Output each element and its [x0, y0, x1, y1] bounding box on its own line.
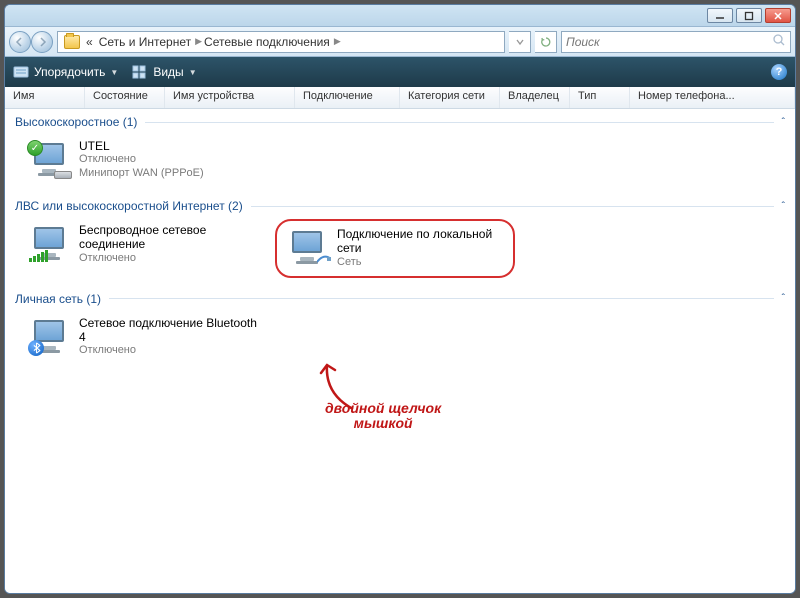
col-status[interactable]: Состояние	[85, 87, 165, 108]
collapse-icon[interactable]: ˆ	[782, 201, 785, 212]
item-status: Отключено	[79, 252, 261, 266]
monitor-icon	[30, 320, 70, 354]
group-divider	[109, 298, 774, 299]
chevron-right-icon: ▶	[334, 36, 341, 47]
network-folder-icon	[64, 35, 80, 49]
chevron-down-icon: ▼	[189, 68, 197, 77]
monitor-icon: ✓	[30, 143, 70, 177]
search-box[interactable]	[561, 31, 791, 53]
item-status: Сеть	[337, 256, 503, 270]
group-personal-network: Личная сеть (1) ˆ Сетевое п	[5, 288, 795, 371]
connection-item-local-area[interactable]: Подключение по локальной сети Сеть	[275, 219, 515, 278]
refresh-button[interactable]	[535, 31, 557, 53]
group-divider	[251, 206, 774, 207]
chevron-down-icon: ▼	[110, 68, 118, 77]
annotation-text: двойной щелчок мышкой	[325, 401, 441, 432]
organize-label: Упорядочить	[34, 65, 105, 79]
item-name: Беспроводное сетевое соединение	[79, 223, 261, 252]
col-name[interactable]: Имя	[5, 87, 85, 108]
group-title: Личная сеть (1)	[15, 292, 101, 306]
command-toolbar: Упорядочить ▼ Виды ▼ ?	[5, 57, 795, 87]
organize-menu[interactable]: Упорядочить ▼	[13, 65, 118, 79]
organize-icon	[13, 65, 29, 79]
close-button[interactable]	[765, 8, 791, 23]
col-phone[interactable]: Номер телефона...	[630, 87, 795, 108]
address-dropdown-button[interactable]	[509, 31, 531, 53]
nav-forward-button[interactable]	[31, 31, 53, 53]
title-bar	[5, 5, 795, 27]
modem-icon	[54, 171, 72, 179]
breadcrumb-item-2[interactable]: Сетевые подключения	[202, 35, 334, 49]
group-high-speed: Высокоскоростное (1) ˆ ✓ UTEL Отк	[5, 111, 795, 193]
group-header[interactable]: Личная сеть (1) ˆ	[5, 288, 795, 310]
col-owner[interactable]: Владелец	[500, 87, 570, 108]
item-status: Отключено	[79, 344, 261, 358]
breadcrumb-root[interactable]	[62, 35, 84, 49]
item-status: Отключено	[79, 153, 204, 167]
item-device: Минипорт WAN (PPPoE)	[79, 167, 204, 181]
group-divider	[145, 122, 773, 123]
col-connection[interactable]: Подключение	[295, 87, 400, 108]
maximize-button[interactable]	[736, 8, 762, 23]
group-lan-or-highspeed: ЛВС или высокоскоростной Интернет (2) ˆ …	[5, 195, 795, 286]
check-badge-icon: ✓	[27, 140, 43, 156]
explorer-window: « Сеть и Интернет ▶ Сетевые подключения …	[4, 4, 796, 594]
col-type[interactable]: Тип	[570, 87, 630, 108]
collapse-icon[interactable]: ˆ	[782, 293, 785, 304]
annotation-line1: двойной щелчок	[325, 401, 441, 416]
breadcrumb-bar[interactable]: « Сеть и Интернет ▶ Сетевые подключения …	[57, 31, 505, 53]
group-header[interactable]: Высокоскоростное (1) ˆ	[5, 111, 795, 133]
connection-item-wireless[interactable]: Беспроводное сетевое соединение Отключен…	[25, 219, 265, 278]
minimize-button[interactable]	[707, 8, 733, 23]
annotation-line2: мышкой	[325, 416, 441, 431]
views-menu[interactable]: Виды ▼	[132, 65, 196, 79]
content-area: Высокоскоростное (1) ˆ ✓ UTEL Отк	[5, 109, 795, 593]
views-label: Виды	[153, 65, 183, 79]
bluetooth-icon	[28, 340, 44, 356]
chevron-right-icon: ▶	[195, 36, 202, 47]
breadcrumb-prefix: «	[84, 35, 97, 49]
group-header[interactable]: ЛВС или высокоскоростной Интернет (2) ˆ	[5, 195, 795, 217]
item-name: Сетевое подключение Bluetooth 4	[79, 316, 261, 345]
help-button[interactable]: ?	[771, 64, 787, 80]
search-icon	[772, 33, 786, 50]
breadcrumb-item-1[interactable]: Сеть и Интернет	[97, 35, 195, 49]
col-category[interactable]: Категория сети	[400, 87, 500, 108]
address-bar-row: « Сеть и Интернет ▶ Сетевые подключения …	[5, 27, 795, 57]
nav-back-button[interactable]	[9, 31, 31, 53]
connection-item-bluetooth[interactable]: Сетевое подключение Bluetooth 4 Отключен…	[25, 312, 265, 363]
collapse-icon[interactable]: ˆ	[782, 117, 785, 128]
item-name: Подключение по локальной сети	[337, 227, 503, 256]
item-name: UTEL	[79, 139, 204, 153]
group-title: Высокоскоростное (1)	[15, 115, 137, 129]
ethernet-cable-icon	[317, 253, 331, 263]
group-title: ЛВС или высокоскоростной Интернет (2)	[15, 199, 243, 213]
signal-bars-icon	[29, 250, 48, 262]
views-icon	[132, 65, 148, 79]
connection-item-utel[interactable]: ✓ UTEL Отключено Минипорт WAN (PPPoE)	[25, 135, 265, 185]
search-input[interactable]	[566, 35, 772, 49]
monitor-icon	[288, 231, 328, 265]
monitor-icon	[30, 227, 70, 261]
col-device[interactable]: Имя устройства	[165, 87, 295, 108]
column-headers: Имя Состояние Имя устройства Подключение…	[5, 87, 795, 109]
